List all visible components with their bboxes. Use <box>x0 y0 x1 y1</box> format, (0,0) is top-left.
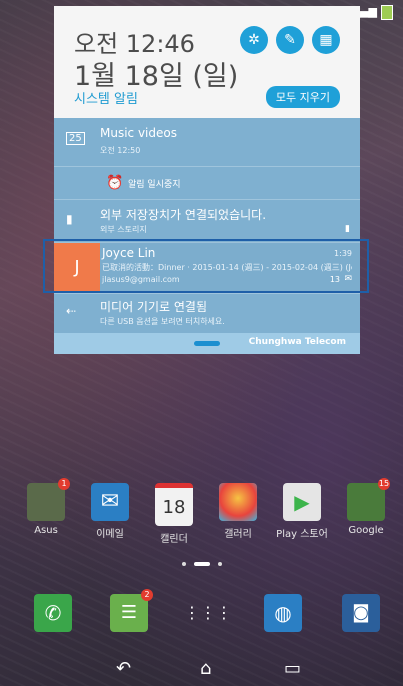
page-indicator <box>182 562 222 566</box>
app-label: Asus <box>34 525 58 536</box>
email-icon: ✉ <box>91 483 129 521</box>
page-dot <box>182 562 186 566</box>
sd-card-icon: ▮ <box>66 212 73 226</box>
edit-icon[interactable]: ✎ <box>276 26 304 54</box>
app-email[interactable]: ✉ 이메일 <box>80 483 140 540</box>
settings-icon[interactable]: ✲ <box>240 26 268 54</box>
app-asus[interactable]: 1 Asus <box>16 478 76 536</box>
page-dot-active <box>194 562 210 566</box>
page-dot <box>218 562 222 566</box>
panel-footer: Chunghwa Telecom <box>54 333 360 354</box>
messages-icon[interactable]: ☰ 2 <box>110 589 153 632</box>
calendar-icon: 25 <box>66 132 85 145</box>
panel-header: 오전 12:46 1월 18일 (일) 시스템 알림 ✲ ✎ ▦ 모두 지우기 <box>54 6 360 118</box>
drag-handle[interactable] <box>194 341 220 346</box>
app-label: Google <box>348 525 384 536</box>
app-label: Play 스토어 <box>276 529 328 540</box>
play-store-icon: ▶ <box>283 483 321 521</box>
notification-title: Music videos <box>100 126 177 140</box>
browser-icon[interactable]: ◍ <box>264 594 302 632</box>
asus-folder-icon: 1 <box>27 478 70 521</box>
carrier-name: Chunghwa Telecom <box>248 337 346 347</box>
app-label: 캘린더 <box>160 534 188 545</box>
app-label: 갤러리 <box>224 529 252 540</box>
recent-apps-icon[interactable]: ▭ <box>284 658 301 679</box>
badge: 15 <box>378 478 390 490</box>
badge: 2 <box>141 589 153 601</box>
gallery-icon <box>219 483 257 521</box>
home-icon[interactable]: ⌂ <box>200 658 211 679</box>
notification-subtitle: 외부 스토리지 <box>100 225 147 234</box>
notification-panel: 오전 12:46 1월 18일 (일) 시스템 알림 ✲ ✎ ▦ 모두 지우기 … <box>54 6 360 354</box>
notification-subtitle: 다른 USB 옵션을 보려면 터치하세요. <box>100 317 225 326</box>
google-folder-icon: 15 <box>347 478 390 521</box>
battery-icon <box>381 5 393 20</box>
system-alerts-label: 시스템 알림 <box>74 92 138 107</box>
notification-time: 오전 12:50 <box>100 146 141 155</box>
badge: 1 <box>58 478 70 490</box>
clear-all-button[interactable]: 모두 지우기 <box>265 86 340 108</box>
camera-icon[interactable]: ◙ <box>342 594 380 632</box>
selection-highlight <box>43 239 369 293</box>
notification-title: 외부 저장장치가 연결되었습니다. <box>100 208 267 222</box>
phone-icon[interactable]: ✆ <box>34 594 72 632</box>
sd-card-small-icon: ▮ <box>345 224 350 234</box>
notification-title: 미디어 기기로 연결됨 <box>100 300 207 314</box>
usb-icon: ⇠ <box>66 304 77 318</box>
alarm-snooze-label: 알림 일시중지 <box>128 180 181 190</box>
calendar-icon: 18 <box>155 483 193 526</box>
notification-music-videos[interactable]: 25 Music videos 오전 12:50 <box>54 118 360 166</box>
back-icon[interactable]: ↶ <box>116 658 131 679</box>
notification-alarm-action[interactable]: ⏰ 알림 일시중지 <box>54 166 360 199</box>
notification-storage[interactable]: ▮ 외부 저장장치가 연결되었습니다. 외부 스토리지 ▮ <box>54 199 360 242</box>
app-play-store[interactable]: ▶ Play 스토어 <box>272 483 332 540</box>
app-label: 이메일 <box>96 529 124 540</box>
alarm-icon: ⏰ <box>106 175 124 191</box>
grid-icon[interactable]: ▦ <box>312 26 340 54</box>
app-gallery[interactable]: 갤러리 <box>208 483 268 540</box>
apps-icon[interactable]: ⋮⋮⋮ <box>184 594 232 632</box>
navigation-bar: ↶ ⌂ ▭ <box>0 650 403 686</box>
app-google[interactable]: 15 Google <box>336 478 396 536</box>
app-calendar[interactable]: 18 캘린더 <box>144 483 204 545</box>
notification-usb[interactable]: ⇠ 미디어 기기로 연결됨 다른 USB 옵션을 보려면 터치하세요. <box>54 293 360 334</box>
